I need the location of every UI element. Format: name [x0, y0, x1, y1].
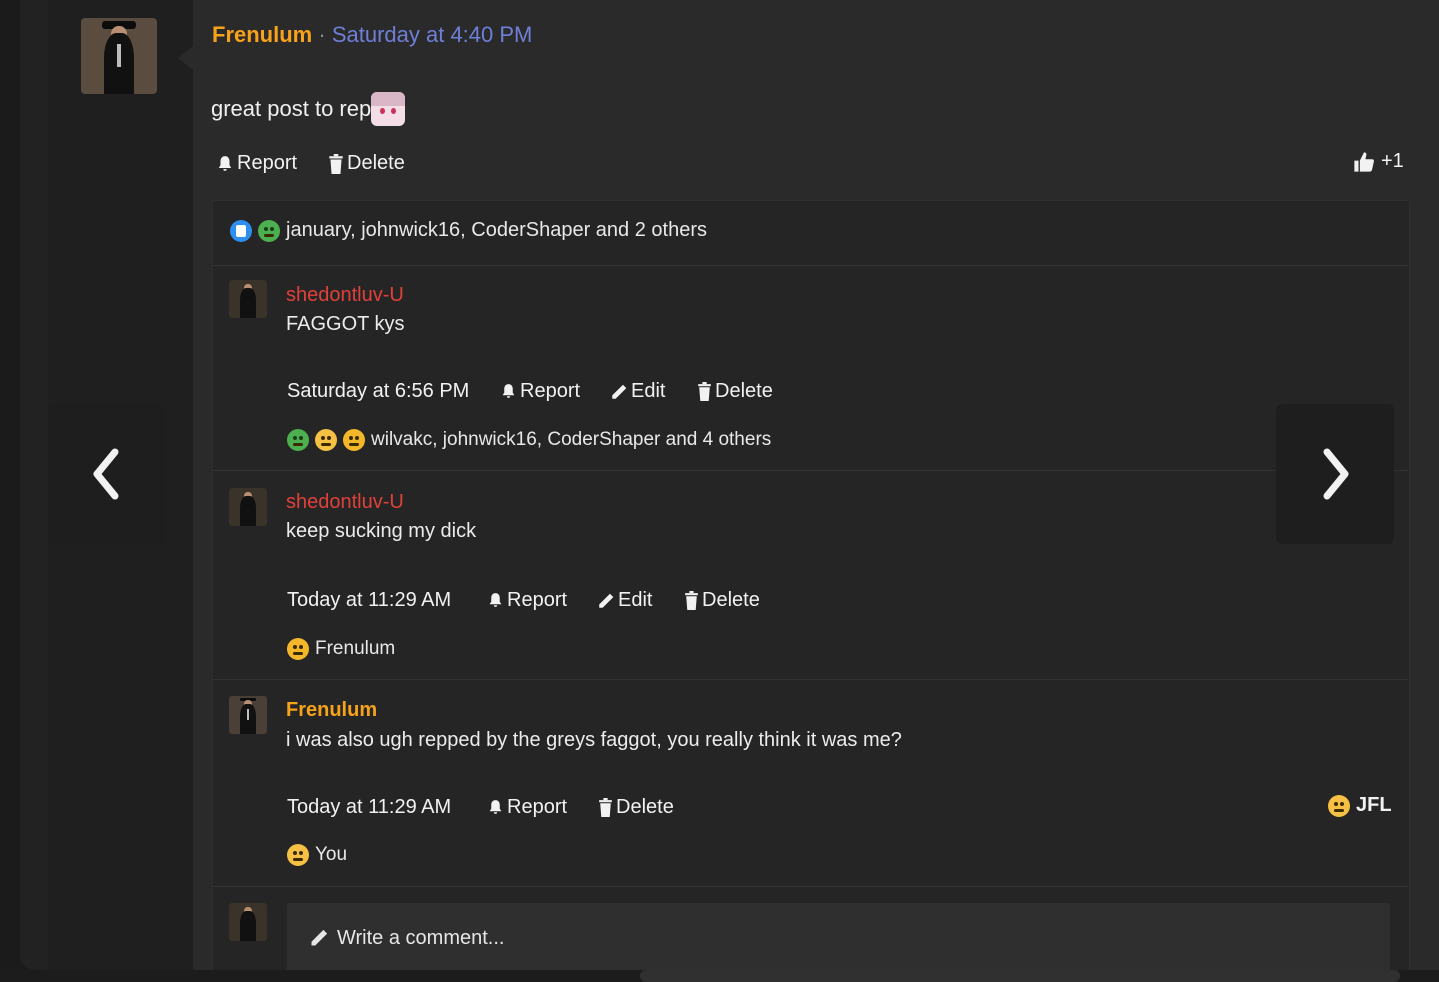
bell-icon: [489, 593, 502, 607]
post-report-button[interactable]: Report: [216, 152, 297, 175]
trash-icon: [685, 591, 698, 610]
post-pointer: [178, 46, 193, 70]
report-label: Report: [237, 152, 298, 174]
trash-icon: [599, 798, 612, 817]
chevron-left-icon: [93, 448, 119, 500]
vote-button[interactable]: +1: [1353, 150, 1404, 173]
comment-text: FAGGOT kys: [286, 313, 405, 335]
current-user-avatar: [229, 903, 267, 941]
comment-reactions[interactable]: You: [287, 844, 347, 866]
comment-delete-button[interactable]: Delete: [598, 796, 674, 819]
comment-report-button[interactable]: Report: [487, 589, 567, 612]
comment-timestamp[interactable]: Today at 11:29 AM: [287, 796, 451, 819]
comment-reactions[interactable]: Frenulum: [287, 638, 395, 660]
delete-label: Delete: [702, 589, 760, 611]
comment-report-button[interactable]: Report: [500, 380, 580, 403]
comment-text: keep sucking my dick: [286, 520, 477, 542]
comment-input-placeholder: Write a comment...: [337, 926, 505, 949]
chevron-right-icon: [1323, 448, 1349, 500]
bell-icon: [489, 800, 502, 814]
delete-label: Delete: [347, 152, 405, 174]
comment-author[interactable]: Frenulum: [286, 699, 377, 722]
comment-author[interactable]: shedontluv-U: [286, 491, 404, 514]
laughing-face-icon: [315, 429, 337, 451]
comment-text: i was also ugh repped by the greys faggo…: [286, 729, 902, 751]
pencil-icon: [599, 593, 614, 608]
comment-avatar[interactable]: [229, 280, 267, 318]
comment-reactions-text: wilvakc, johnwick16, CoderShaper and 4 o…: [371, 429, 772, 450]
comment-timestamp[interactable]: Today at 11:29 AM: [287, 589, 451, 612]
delete-label: Delete: [616, 796, 674, 818]
report-label: Report: [507, 796, 568, 818]
comment-avatar[interactable]: [229, 488, 267, 526]
divider: [212, 265, 1408, 266]
post-content: great post to rep: [211, 92, 406, 126]
confused-face-icon: [287, 638, 309, 660]
comment-delete-button[interactable]: Delete: [697, 380, 773, 403]
laughing-face-icon: [287, 844, 309, 866]
delete-label: Delete: [715, 380, 773, 402]
anime-sticker-icon: [371, 92, 406, 126]
laughing-face-icon: [1328, 794, 1350, 817]
comment-delete-button[interactable]: Delete: [684, 589, 760, 612]
post-delete-button[interactable]: Delete: [328, 152, 405, 175]
trash-icon: [698, 382, 711, 401]
trash-icon: [329, 153, 343, 174]
horizontal-scrollbar[interactable]: [640, 970, 1400, 982]
reactions-summary-text: january, johnwick16, CoderShaper and 2 o…: [286, 219, 707, 241]
comment-timestamp[interactable]: Saturday at 6:56 PM: [287, 380, 469, 403]
vote-count: +1: [1381, 150, 1404, 172]
comment-author[interactable]: shedontluv-U: [286, 284, 404, 307]
sick-face-icon: [287, 429, 309, 451]
comment-timestamp-label: Today at 11:29 AM: [287, 796, 452, 818]
like-icon: [230, 219, 252, 242]
thumbs-up-icon: [1354, 151, 1374, 172]
comment-timestamp-label: Today at 11:29 AM: [287, 589, 452, 611]
comment-input[interactable]: Write a comment...: [287, 903, 1390, 973]
reaction-button-label: JFL: [1356, 794, 1392, 816]
pencil-icon: [311, 929, 328, 946]
comment-edit-button[interactable]: Edit: [610, 380, 665, 403]
bell-icon: [218, 155, 232, 171]
post-reactions-summary[interactable]: january, johnwick16, CoderShaper and 2 o…: [230, 219, 707, 242]
divider: [212, 679, 1408, 680]
report-label: Report: [507, 589, 568, 611]
post-timestamp[interactable]: Saturday at 4:40 PM: [332, 22, 533, 47]
post-author[interactable]: Frenulum: [212, 22, 312, 47]
post-header: Frenulum · Saturday at 4:40 PM: [212, 22, 532, 48]
comment-avatar[interactable]: [229, 696, 267, 734]
reaction-button[interactable]: JFL: [1328, 794, 1392, 817]
comment-reactions-text: You: [315, 844, 348, 865]
previous-button[interactable]: [48, 404, 166, 544]
sick-face-icon: [258, 219, 280, 242]
header-separator: ·: [318, 22, 326, 47]
post-text: great post to rep: [211, 96, 372, 121]
confused-face-icon: [343, 429, 365, 451]
divider: [212, 470, 1408, 471]
edit-label: Edit: [631, 380, 666, 402]
comment-reactions-text: Frenulum: [315, 638, 396, 659]
author-avatar[interactable]: [81, 18, 157, 94]
divider: [212, 886, 1408, 887]
edit-label: Edit: [618, 589, 653, 611]
comment-report-button[interactable]: Report: [487, 796, 567, 819]
comment-reactions[interactable]: wilvakc, johnwick16, CoderShaper and 4 o…: [287, 429, 771, 451]
comment-timestamp-label: Saturday at 6:56 PM: [287, 380, 470, 402]
report-label: Report: [520, 380, 581, 402]
next-button[interactable]: [1276, 404, 1394, 544]
comment-edit-button[interactable]: Edit: [597, 589, 652, 612]
bell-icon: [502, 384, 515, 398]
pencil-icon: [612, 384, 627, 399]
